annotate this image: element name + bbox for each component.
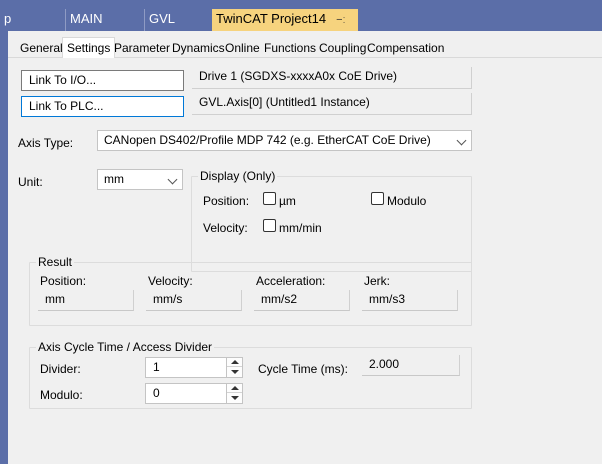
result-velocity-value: mm/s xyxy=(146,290,242,311)
modulo-spinbox[interactable]: 0 xyxy=(145,383,243,404)
divider-value: 1 xyxy=(153,360,160,374)
display-velocity-label: Velocity: xyxy=(203,221,248,235)
unit-label: Unit: xyxy=(18,175,43,189)
um-checkbox-label: µm xyxy=(279,194,296,208)
chevron-down-icon xyxy=(456,135,467,146)
tab-coupling[interactable]: Coupling xyxy=(319,40,366,56)
spin-up-button[interactable] xyxy=(227,358,242,367)
tab-functions[interactable]: Functions xyxy=(264,40,316,56)
result-velocity-text: mm/s xyxy=(153,292,183,306)
link-to-io-label: Link To I/O... xyxy=(29,73,97,87)
doc-tab-label: p xyxy=(4,11,12,26)
divider-spinbox[interactable]: 1 xyxy=(145,357,243,378)
spin-down-button[interactable] xyxy=(227,367,242,376)
mm-min-checkbox-label: mm/min xyxy=(279,221,322,235)
tab-online[interactable]: Online xyxy=(225,40,260,56)
axis-type-value: CANopen DS402/Profile MDP 742 (e.g. Ethe… xyxy=(104,133,431,147)
result-acceleration-label: Acceleration: xyxy=(256,274,326,288)
unit-select[interactable]: mm xyxy=(97,169,183,190)
arrow-up-icon xyxy=(231,360,239,364)
doc-tab-main[interactable]: MAIN xyxy=(66,9,145,31)
settings-panel: Link To I/O... Drive 1 (SGDXS-xxxxA0x Co… xyxy=(11,58,602,464)
tab-general[interactable]: General xyxy=(20,40,63,56)
divider-label: Divider: xyxy=(40,362,81,376)
tab-settings[interactable]: Settings xyxy=(62,37,116,59)
left-window-strip xyxy=(0,31,8,464)
cycle-time-group-title: Axis Cycle Time / Access Divider xyxy=(36,340,215,354)
axis-editor: General Settings Parameter Dynamics Onli… xyxy=(8,31,602,464)
document-tab-bar: p MAIN GVL TwinCAT Project14−ː✕ xyxy=(0,0,602,48)
unit-value: mm xyxy=(104,172,124,186)
spin-down-button[interactable] xyxy=(227,393,242,402)
link-to-io-button[interactable]: Link To I/O... xyxy=(21,70,184,91)
spin-up-button[interactable] xyxy=(227,384,242,393)
doc-tab-p[interactable]: p xyxy=(0,9,66,31)
result-velocity-label: Velocity: xyxy=(148,274,193,288)
io-link-value: Drive 1 (SGDXS-xxxxA0x CoE Drive) xyxy=(192,67,472,89)
um-checkbox[interactable] xyxy=(263,192,276,205)
result-jerk-value: mm/s3 xyxy=(362,290,458,311)
modulo-value: 0 xyxy=(153,386,160,400)
modulo-checkbox[interactable] xyxy=(371,192,384,205)
display-position-label: Position: xyxy=(203,194,250,208)
pin-icon[interactable]: −ː xyxy=(336,10,345,30)
modulo-spinner[interactable] xyxy=(226,384,242,403)
doc-tab-gvl[interactable]: GVL xyxy=(145,9,211,31)
axis-type-select[interactable]: CANopen DS402/Profile MDP 742 (e.g. Ethe… xyxy=(97,130,472,151)
io-link-text: Drive 1 (SGDXS-xxxxA0x CoE Drive) xyxy=(199,69,398,83)
result-acceleration-value: mm/s2 xyxy=(254,290,350,311)
divider-spinner[interactable] xyxy=(226,358,242,377)
modulo-label: Modulo: xyxy=(40,388,83,402)
result-position-value: mm xyxy=(38,290,134,311)
tab-dynamics[interactable]: Dynamics xyxy=(172,40,225,56)
result-position-text: mm xyxy=(45,292,65,306)
arrow-down-icon xyxy=(231,370,239,374)
plc-link-text: GVL.Axis[0] (Untitled1 Instance) xyxy=(199,95,370,109)
display-group-title: Display (Only) xyxy=(198,169,278,183)
arrow-down-icon xyxy=(231,396,239,400)
link-to-plc-label: Link To PLC... xyxy=(29,99,104,113)
chevron-down-icon xyxy=(167,174,178,185)
axis-type-label: Axis Type: xyxy=(18,136,74,150)
result-jerk-text: mm/s3 xyxy=(369,292,405,306)
result-jerk-label: Jerk: xyxy=(364,274,391,288)
doc-tab-twincat-project[interactable]: TwinCAT Project14−ː✕ xyxy=(212,9,358,48)
tab-compensation[interactable]: Compensation xyxy=(367,40,444,56)
modulo-checkbox-label: Modulo xyxy=(387,194,427,208)
mm-min-checkbox[interactable] xyxy=(263,219,276,232)
result-position-label: Position: xyxy=(40,274,87,288)
doc-tab-label: TwinCAT Project14 xyxy=(216,11,327,26)
cycle-time-value: 2.000 xyxy=(362,355,460,376)
doc-tab-label: MAIN xyxy=(70,11,103,26)
property-tab-strip: General Settings Parameter Dynamics Onli… xyxy=(8,37,602,59)
tab-parameter[interactable]: Parameter xyxy=(114,40,170,56)
doc-tab-label: GVL xyxy=(149,11,176,26)
link-to-plc-button[interactable]: Link To PLC... xyxy=(21,96,184,117)
result-group-title: Result xyxy=(36,255,75,269)
arrow-up-icon xyxy=(231,386,239,390)
plc-link-value: GVL.Axis[0] (Untitled1 Instance) xyxy=(192,93,472,115)
cycle-time-label: Cycle Time (ms): xyxy=(258,362,348,376)
result-acceleration-text: mm/s2 xyxy=(261,292,297,306)
cycle-time-text: 2.000 xyxy=(369,357,400,371)
